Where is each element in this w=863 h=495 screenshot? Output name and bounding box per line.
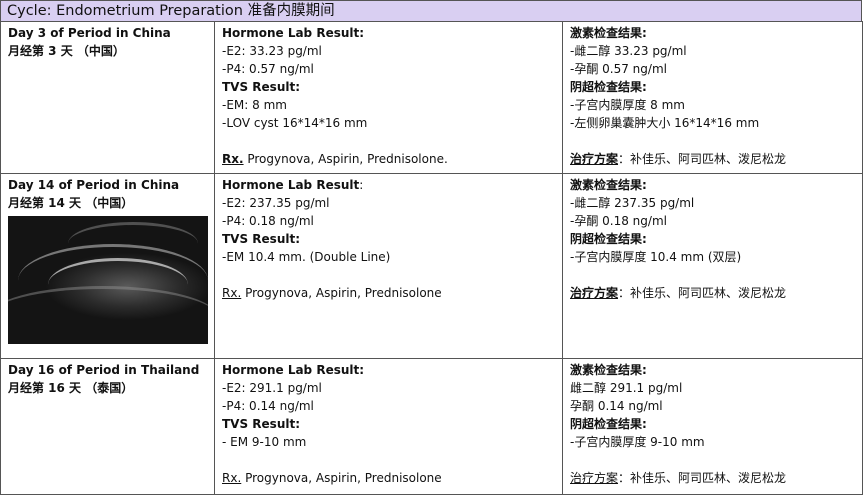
day-en: Day 16 of Period in Thailand bbox=[8, 363, 200, 377]
e2-value-cn: -雌二醇 237.35 pg/ml bbox=[570, 196, 695, 210]
lov-value-cn: -左侧卵巢囊肿大小 16*14*16 mm bbox=[570, 116, 760, 130]
tvs-heading-cn: 阴超检查结果: bbox=[570, 417, 647, 431]
em-value: -EM: 8 mm bbox=[222, 98, 287, 112]
hormone-heading-cn: 激素检查结果: bbox=[570, 178, 647, 192]
chinese-result-cell: 激素检查结果: -雌二醇 33.23 pg/ml -孕酮 0.57 ng/ml … bbox=[562, 21, 863, 174]
e2-value: -E2: 33.23 pg/ml bbox=[222, 44, 322, 58]
ultrasound-image bbox=[8, 216, 208, 344]
em-value-cn: -子宫内膜厚度 8 mm bbox=[570, 98, 685, 112]
hormone-heading: Hormone Lab Result: bbox=[222, 26, 365, 40]
hormone-heading-cn: 激素检查结果: bbox=[570, 26, 647, 40]
cycle-table: Day 3 of Period in China 月经第 3 天 （中国） Ho… bbox=[0, 21, 863, 495]
table-row: Day 14 of Period in China 月经第 14 天 （中国） … bbox=[0, 173, 863, 359]
rx-line: Rx. Progynova, Aspirin, Prednisolone bbox=[222, 286, 442, 300]
rx-label-cn: 治疗方案 bbox=[570, 286, 619, 300]
p4-value-cn: 孕酮 0.14 ng/ml bbox=[570, 399, 663, 413]
rx-label-cn: 治疗方案 bbox=[570, 152, 619, 166]
em-value-cn: -子宫内膜厚度 9-10 mm bbox=[570, 435, 705, 449]
rx-line-cn: 治疗方案：补佳乐、阿司匹林、泼尼松龙 bbox=[570, 471, 787, 485]
em-value: -EM 10.4 mm. (Double Line) bbox=[222, 250, 391, 264]
rx-label: Rx. bbox=[222, 471, 242, 485]
hormone-heading: Hormone Lab Result: bbox=[222, 363, 365, 377]
p4-value: -P4: 0.14 ng/ml bbox=[222, 399, 314, 413]
day-cell: Day 3 of Period in China 月经第 3 天 （中国） bbox=[0, 21, 215, 174]
chinese-result-cell: 激素检查结果: -雌二醇 237.35 pg/ml -孕酮 0.18 ng/ml… bbox=[562, 173, 863, 359]
em-value: - EM 9-10 mm bbox=[222, 435, 307, 449]
english-result-cell: Hormone Lab Result: -E2: 237.35 pg/ml -P… bbox=[214, 173, 563, 359]
p4-value: -P4: 0.57 ng/ml bbox=[222, 62, 314, 76]
e2-value-cn: 雌二醇 291.1 pg/ml bbox=[570, 381, 683, 395]
day-cell: Day 16 of Period in Thailand 月经第 16 天 （泰… bbox=[0, 358, 215, 495]
rx-line: Rx. Progynova, Aspirin, Prednisolone bbox=[222, 471, 442, 485]
p4-value-cn: -孕酮 0.18 ng/ml bbox=[570, 214, 667, 228]
tvs-heading: TVS Result: bbox=[222, 417, 301, 431]
rx-label-cn: 治疗方案 bbox=[570, 471, 619, 485]
cycle-title: Cycle: Endometrium Preparation 准备内膜期间 bbox=[0, 0, 862, 22]
tvs-heading: TVS Result: bbox=[222, 232, 301, 246]
rx-line-cn: 治疗方案：补佳乐、阿司匹林、泼尼松龙 bbox=[570, 286, 787, 300]
e2-value-cn: -雌二醇 33.23 pg/ml bbox=[570, 44, 687, 58]
english-result-cell: Hormone Lab Result: -E2: 291.1 pg/ml -P4… bbox=[214, 358, 563, 495]
e2-value: -E2: 237.35 pg/ml bbox=[222, 196, 330, 210]
rx-line-cn: 治疗方案：补佳乐、阿司匹林、泼尼松龙 bbox=[570, 152, 787, 166]
hormone-heading-cn: 激素检查结果: bbox=[570, 363, 647, 377]
day-cn: 月经第 3 天 （中国） bbox=[8, 44, 125, 58]
tvs-heading: TVS Result: bbox=[222, 80, 301, 94]
tvs-heading-cn: 阴超检查结果: bbox=[570, 232, 647, 246]
rx-label: Rx. bbox=[222, 286, 242, 300]
day-en: Day 14 of Period in China bbox=[8, 178, 180, 192]
em-value-cn: -子宫内膜厚度 10.4 mm (双层) bbox=[570, 250, 742, 264]
p4-value-cn: -孕酮 0.57 ng/ml bbox=[570, 62, 667, 76]
table-row: Day 3 of Period in China 月经第 3 天 （中国） Ho… bbox=[0, 21, 863, 174]
table-row: Day 16 of Period in Thailand 月经第 16 天 （泰… bbox=[0, 358, 863, 495]
day-en: Day 3 of Period in China bbox=[8, 26, 171, 40]
chinese-result-cell: 激素检查结果: 雌二醇 291.1 pg/ml 孕酮 0.14 ng/ml 阴超… bbox=[562, 358, 863, 495]
day-cell: Day 14 of Period in China 月经第 14 天 （中国） bbox=[0, 173, 215, 359]
day-cn: 月经第 16 天 （泰国） bbox=[8, 381, 134, 395]
rx-label: Rx. bbox=[222, 152, 244, 166]
rx-line: Rx. Progynova, Aspirin, Prednisolone. bbox=[222, 152, 448, 166]
lov-value: -LOV cyst 16*14*16 mm bbox=[222, 116, 368, 130]
e2-value: -E2: 291.1 pg/ml bbox=[222, 381, 322, 395]
english-result-cell: Hormone Lab Result: -E2: 33.23 pg/ml -P4… bbox=[214, 21, 563, 174]
day-cn: 月经第 14 天 （中国） bbox=[8, 196, 134, 210]
hormone-heading: Hormone Lab Result: bbox=[222, 178, 364, 192]
p4-value: -P4: 0.18 ng/ml bbox=[222, 214, 314, 228]
tvs-heading-cn: 阴超检查结果: bbox=[570, 80, 647, 94]
